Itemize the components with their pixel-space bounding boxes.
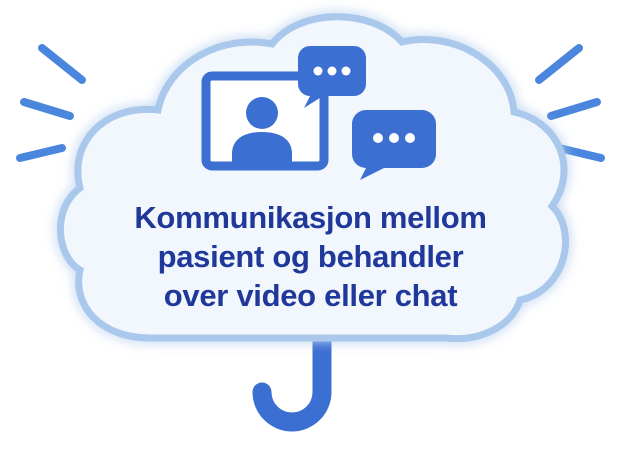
caption-line-2: pasient og behandler [157, 239, 464, 274]
hook-handle [252, 328, 332, 432]
caption-text: Kommunikasjon mellom pasient og behandle… [108, 198, 513, 328]
left-accent-lines [16, 44, 86, 162]
caption-line-1: Kommunikasjon mellom [134, 200, 487, 235]
caption-line-3: over video eller chat [163, 278, 458, 313]
illustration: Kommunikasjon mellom pasient og behandle… [0, 0, 621, 451]
